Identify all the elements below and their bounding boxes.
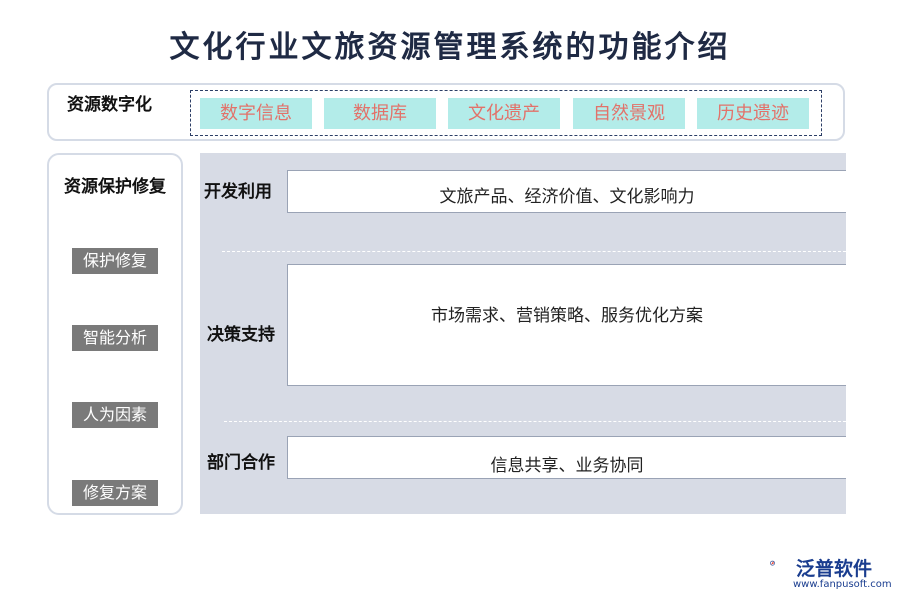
chip-historic-sites: 历史遗迹 [697, 98, 809, 129]
protect-item-human-factors: 人为因素 [72, 402, 158, 428]
row-content-development: 文旅产品、经济价值、文化影响力 [287, 170, 846, 213]
row-label-cooperation: 部门合作 [207, 453, 275, 473]
chip-database: 数据库 [324, 98, 436, 129]
logo-url: www.fanpusoft.com [793, 579, 892, 590]
chip-natural-landscape: 自然景观 [573, 98, 685, 129]
row-label-decision: 决策支持 [207, 325, 275, 345]
protect-item-repair: 保护修复 [72, 248, 158, 274]
row-content-decision: 市场需求、营销策略、服务优化方案 [287, 264, 846, 386]
protect-item-analysis: 智能分析 [72, 325, 158, 351]
protect-section-label: 资源保护修复 [64, 177, 166, 197]
page-title: 文化行业文旅资源管理系统的功能介绍 [169, 30, 731, 65]
protect-item-repair-plan: 修复方案 [72, 480, 158, 506]
row-divider [224, 421, 846, 422]
digital-section-label: 资源数字化 [67, 95, 152, 115]
row-divider [222, 251, 846, 252]
row-content-cooperation: 信息共享、业务协同 [287, 436, 846, 479]
chip-cultural-heritage: 文化遗产 [448, 98, 560, 129]
row-label-development: 开发利用 [204, 182, 272, 202]
fanpu-logo-icon [770, 560, 775, 566]
logo-name: 泛普软件 [796, 558, 873, 580]
chip-digital-info: 数字信息 [200, 98, 312, 129]
